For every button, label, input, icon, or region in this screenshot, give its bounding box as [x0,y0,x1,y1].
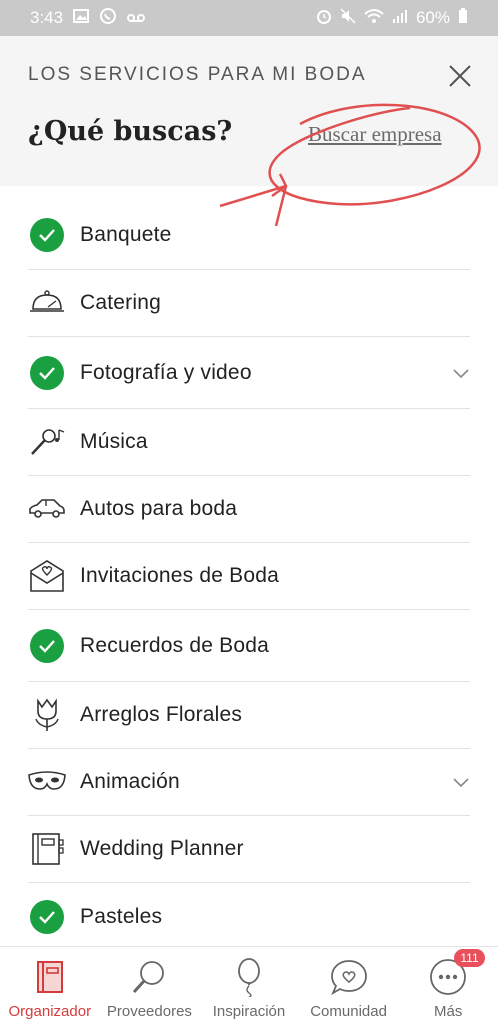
services-list: Banquete Catering Fotografía y video Mús… [28,200,470,951]
check-icon [30,355,64,390]
service-item-arreglos[interactable]: Arreglos Florales [28,682,470,749]
mute-icon [340,7,356,29]
service-label: Arreglos Florales [80,703,243,726]
status-bar: 3:43 60% [0,0,498,36]
nav-proveedores[interactable]: Proveedores [100,947,200,1024]
check-icon [30,628,64,663]
service-item-fotografia[interactable]: Fotografía y video [28,337,470,409]
gallery-icon [73,8,90,28]
close-button[interactable] [446,62,474,90]
notification-badge: 111 [454,949,485,967]
chat-heart-icon [329,957,369,997]
serving-dish-icon [30,290,64,312]
service-label: Música [80,430,148,453]
balloon-icon [229,957,269,997]
planner-book-icon [32,833,64,865]
close-icon [449,65,471,87]
services-header: LOS SERVICIOS PARA MI BODA ¿Qué buscas? … [0,36,498,186]
signal-icon [392,8,408,28]
tulip-icon [35,698,59,731]
battery-level: 60% [415,8,450,27]
check-icon [30,900,64,934]
magnifier-icon [129,957,169,997]
nav-label: Más [434,1003,463,1020]
service-item-banquete[interactable]: Banquete [28,200,470,270]
nav-inspiracion[interactable]: Inspiración [199,947,299,1024]
service-item-recuerdos[interactable]: Recuerdos de Boda [28,610,470,682]
service-item-autos[interactable]: Autos para boda [28,476,470,543]
wifi-icon [364,8,384,29]
voicemail-icon [127,8,146,28]
mask-icon [28,771,66,790]
search-company-link[interactable]: Buscar empresa [308,122,442,147]
nav-label: Inspiración [212,1003,286,1020]
service-item-invitaciones[interactable]: Invitaciones de Boda [28,543,470,610]
microphone-music-icon [31,429,65,455]
service-item-catering[interactable]: Catering [28,270,470,337]
nav-mas[interactable]: 111 Más [398,947,498,1024]
whatsapp-icon [99,7,117,30]
service-label: Fotografía y video [80,360,252,384]
status-time: 3:43 [30,8,64,27]
service-item-wedding-planner[interactable]: Wedding Planner [28,816,470,883]
nav-label: Proveedores [106,1003,192,1020]
battery-icon [458,7,468,29]
page-title: ¿Qué buscas? [28,116,233,147]
nav-label: Organizador [8,1003,92,1020]
service-label: Invitaciones de Boda [80,564,279,587]
bottom-navigation: Organizador Proveedores Inspiración Comu… [0,946,498,1024]
car-icon [29,499,65,518]
service-item-animacion[interactable]: Animación [28,749,470,816]
check-icon [30,217,64,252]
nav-organizador[interactable]: Organizador [0,947,100,1024]
service-label: Banquete [80,222,172,246]
service-label: Pasteles [80,905,163,928]
service-label: Wedding Planner [80,837,244,860]
page-subtitle: LOS SERVICIOS PARA MI BODA [28,64,367,85]
service-item-pasteles[interactable]: Pasteles [28,883,470,951]
alarm-icon [316,8,332,29]
service-label: Animación [80,770,180,793]
service-label: Catering [80,291,161,314]
chevron-down-icon[interactable] [452,365,470,381]
service-item-musica[interactable]: Música [28,409,470,476]
service-label: Autos para boda [80,497,238,520]
nav-label: Comunidad [310,1003,387,1020]
organizer-book-icon [30,957,70,997]
service-label: Recuerdos de Boda [80,633,270,657]
nav-comunidad[interactable]: Comunidad [299,947,399,1024]
envelope-heart-icon [30,560,64,592]
chevron-down-icon[interactable] [452,774,470,790]
